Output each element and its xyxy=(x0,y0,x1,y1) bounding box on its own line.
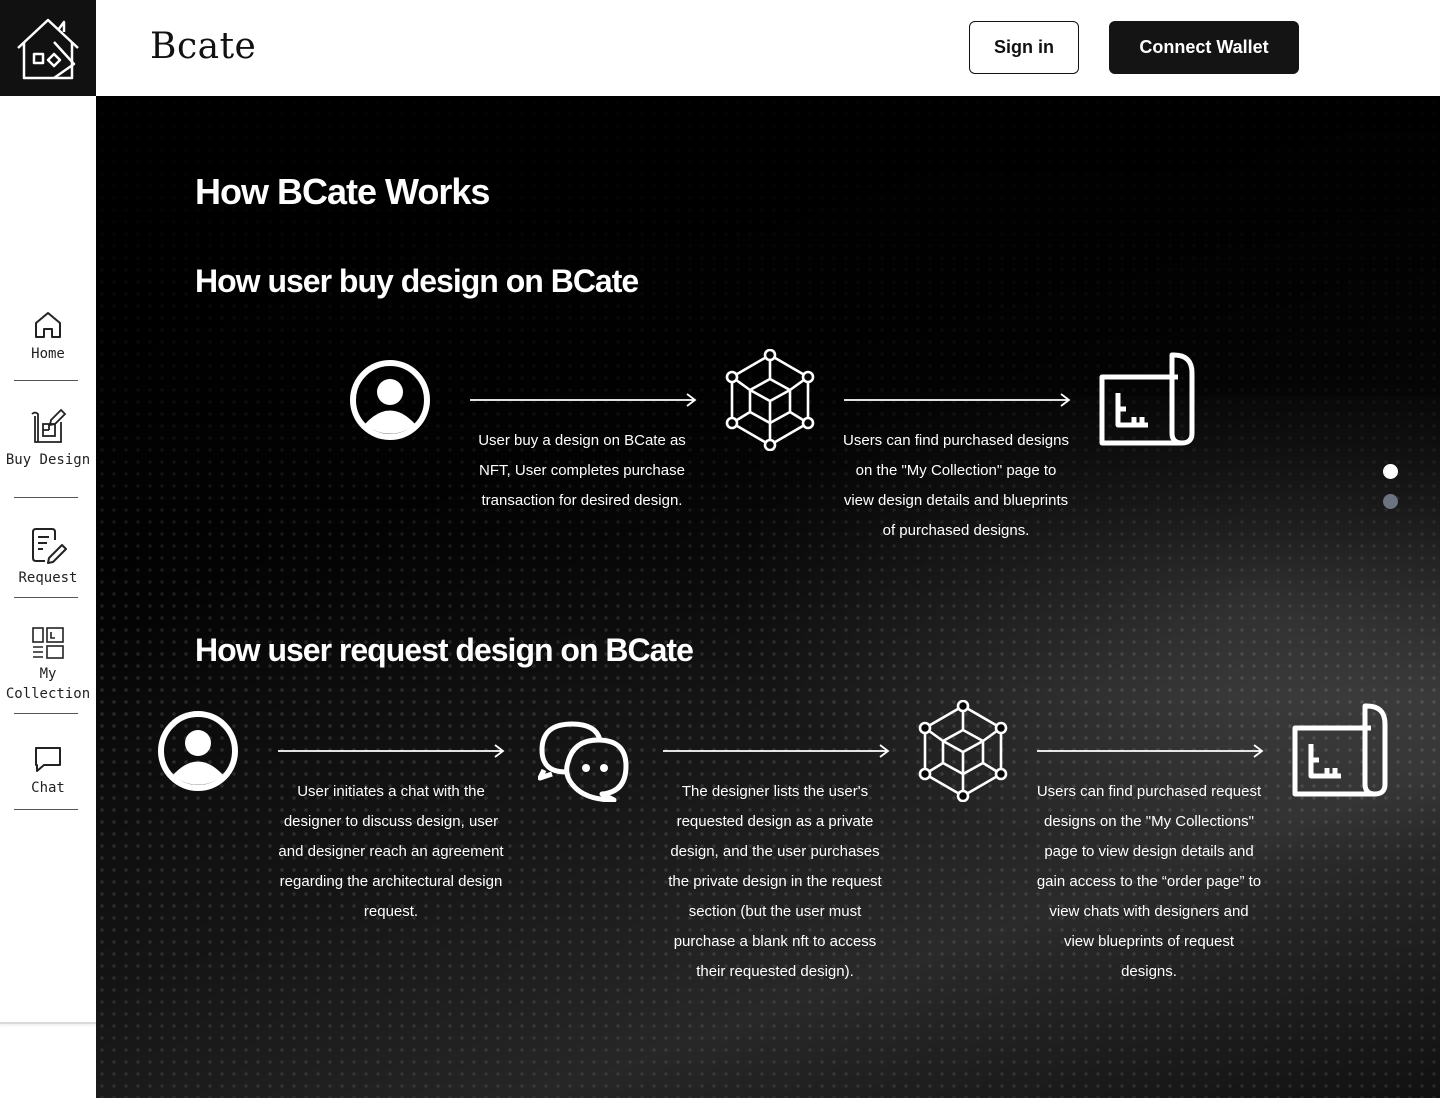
sidebar-item-label: Home xyxy=(31,346,65,362)
sidebar-item-buy-design[interactable]: Buy Design xyxy=(0,408,96,470)
sidebar-item-request[interactable]: Request xyxy=(0,526,96,588)
request-step-text: User initiates a chat with the designer … xyxy=(278,783,504,920)
blueprint-icon xyxy=(1099,352,1195,446)
blueprint-icon xyxy=(1292,703,1388,797)
carousel-dot[interactable] xyxy=(1383,494,1398,509)
sidebar-divider xyxy=(14,497,78,498)
flow-arrow xyxy=(844,393,1071,407)
user-avatar-icon xyxy=(158,711,238,791)
connect-wallet-button[interactable]: Connect Wallet xyxy=(1109,21,1299,74)
buy-flow-heading: How user buy design on BCate xyxy=(195,263,639,299)
home-icon xyxy=(35,312,61,338)
request-step-text: The designer lists the user's requested … xyxy=(668,783,882,980)
sidebar-item-chat[interactable]: Chat xyxy=(0,744,96,798)
sidebar-divider xyxy=(14,809,78,810)
page-title: How BCate Works xyxy=(195,171,490,212)
sidebar-item-label: My Collection xyxy=(5,666,91,702)
house-logo-icon xyxy=(17,18,79,80)
sidebar-divider xyxy=(14,380,78,381)
sidebar-item-label: Chat xyxy=(31,780,65,796)
blueprint-edit-icon xyxy=(31,408,67,443)
sign-in-button[interactable]: Sign in xyxy=(969,21,1079,74)
sidebar-item-my-collection[interactable]: My Collection xyxy=(0,626,96,704)
sidebar-item-home[interactable]: Home xyxy=(0,310,96,364)
buy-step-text: User buy a design on BCate as NFT, User … xyxy=(478,432,686,509)
document-edit-icon xyxy=(32,528,67,564)
flow-arrow xyxy=(470,393,697,407)
logo[interactable] xyxy=(0,0,96,96)
flow-arrow xyxy=(278,744,505,758)
flow-arrow xyxy=(663,744,890,758)
how-it-works-section: How BCate Works How user buy design on B… xyxy=(96,96,1440,1098)
request-step-text: Users can find purchased request designs… xyxy=(1036,783,1262,980)
carousel-dot-active[interactable] xyxy=(1383,464,1398,479)
sidebar-divider xyxy=(14,597,78,598)
sidebar-divider xyxy=(14,713,78,714)
user-avatar-icon xyxy=(350,360,430,440)
chat-icon xyxy=(35,747,61,772)
sidebar-item-label: Request xyxy=(18,570,78,586)
buy-step-text: Users can find purchased designs on the … xyxy=(843,432,1069,539)
sidebar-item-label: Buy Design xyxy=(5,452,91,468)
brand-name: Bcate xyxy=(150,26,257,67)
nft-cube-icon xyxy=(725,349,815,451)
request-flow-heading: How user request design on BCate xyxy=(195,632,694,668)
nft-cube-icon xyxy=(918,700,1008,802)
collection-icon xyxy=(32,627,64,659)
sidebar: Home Buy Design Request My Collection Ch… xyxy=(0,96,96,1024)
chat-bubbles-icon xyxy=(538,721,629,802)
flow-arrow xyxy=(1037,744,1264,758)
